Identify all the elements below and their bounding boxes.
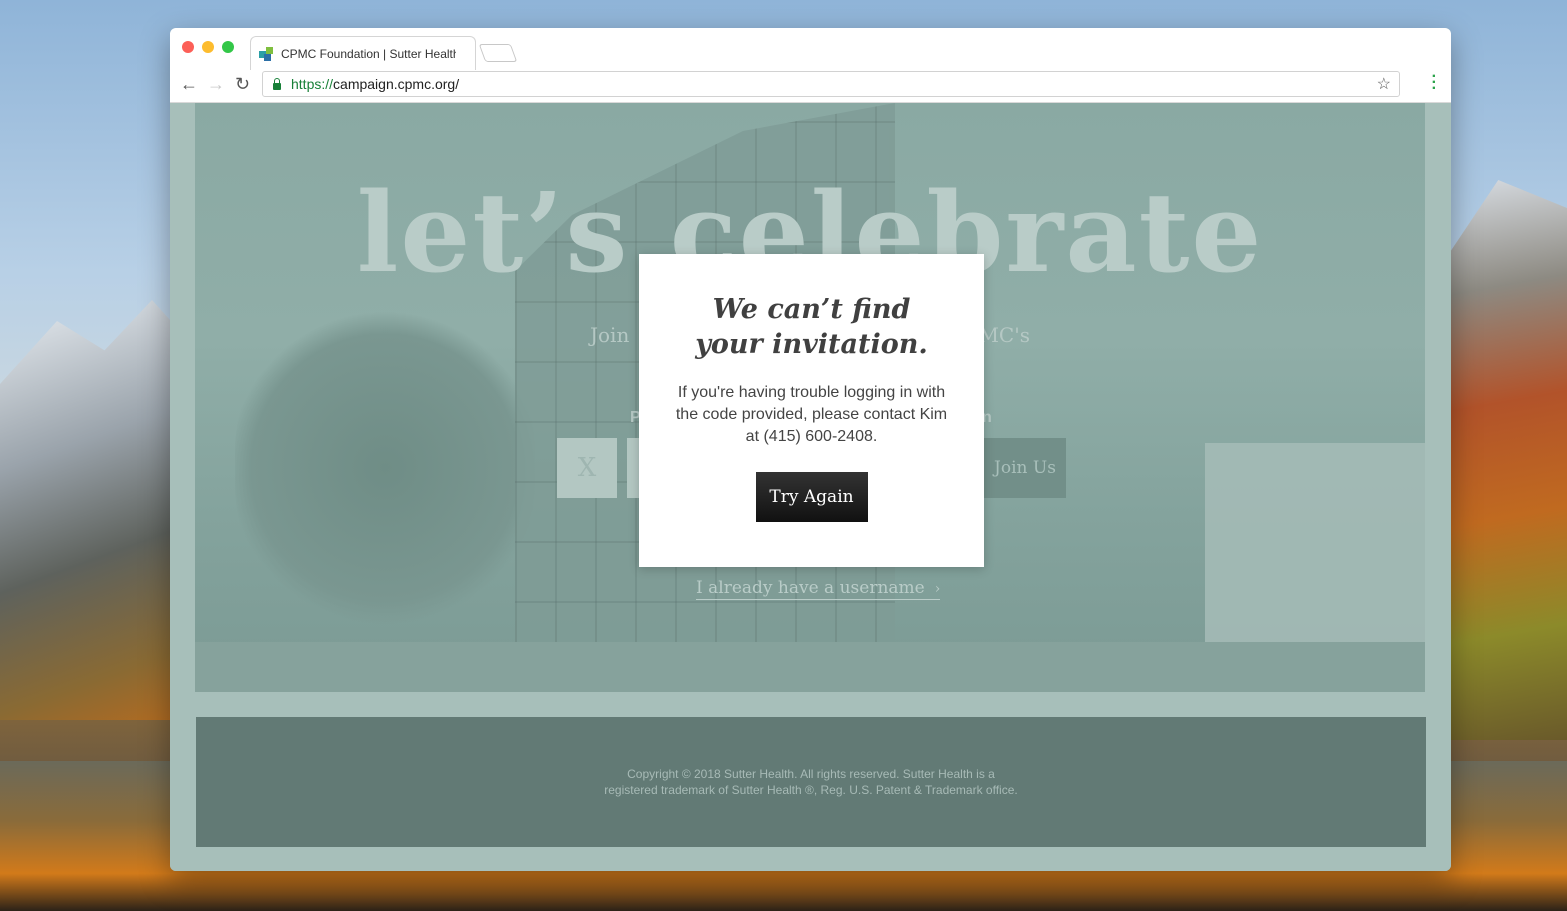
modal-title-line-1: We can’t find (712, 294, 911, 325)
modal-message: If you're having trouble logging in with… (675, 384, 948, 445)
url-scheme: https:// (291, 76, 334, 92)
new-tab-button[interactable] (478, 44, 518, 62)
tab-title: CPMC Foundation | Sutter Health (281, 46, 456, 61)
existing-username-link[interactable]: I already have a username › (696, 578, 941, 600)
try-again-button[interactable]: Try Again (755, 472, 868, 522)
browser-toolbar: ← → ↻ https:// campaign.cpmc.org/ ☆ · · · (170, 69, 1451, 103)
browser-tab[interactable]: CPMC Foundation | Sutter Health (250, 36, 476, 70)
footer-line-2: registered trademark of Sutter Health ®,… (604, 783, 1018, 797)
browser-window: CPMC Foundation | Sutter Health ← → ↻ ht… (170, 28, 1451, 871)
join-us-button[interactable]: Join Us (984, 438, 1066, 498)
modal-title: We can’t find your invitation. (639, 292, 984, 362)
desktop-wallpaper-right (1442, 180, 1567, 740)
footer-line-1: Copyright © 2018 Sutter Health. All righ… (627, 767, 995, 781)
invitation-code-input[interactable]: X (557, 438, 617, 498)
existing-username-label: I already have a username (696, 578, 925, 598)
hero-street-image (195, 642, 1425, 692)
error-modal: We can’t find your invitation. If you're… (639, 254, 984, 567)
title-bar: CPMC Foundation | Sutter Health (170, 28, 1451, 70)
minimize-window-button[interactable] (202, 41, 214, 53)
address-bar[interactable]: https:// campaign.cpmc.org/ ☆ (262, 71, 1400, 97)
forward-arrow-icon[interactable]: → (207, 74, 225, 95)
close-window-button[interactable] (182, 41, 194, 53)
modal-title-line-2: your invitation. (695, 329, 928, 360)
hero-tree-image (235, 303, 535, 633)
footer-copyright: Copyright © 2018 Sutter Health. All righ… (604, 766, 1017, 798)
site-favicon-icon (259, 46, 273, 61)
page-content: let’s celebrate Join MC's P n X Join Us … (170, 103, 1451, 871)
window-controls (182, 41, 234, 53)
browser-menu-icon[interactable]: · · · (1432, 69, 1437, 97)
secure-lock-icon (273, 77, 281, 90)
url-host: campaign.cpmc.org/ (333, 76, 460, 92)
desktop-wallpaper-left (0, 300, 190, 720)
chevron-right-icon: › (934, 581, 941, 597)
bookmark-star-icon[interactable]: ☆ (1377, 74, 1391, 94)
page-footer: Copyright © 2018 Sutter Health. All righ… (196, 717, 1426, 847)
hero-subtitle-right: MC's (978, 323, 1030, 347)
maximize-window-button[interactable] (222, 41, 234, 53)
back-arrow-icon[interactable]: ← (180, 74, 198, 95)
hero-subtitle-left: Join (590, 323, 630, 347)
reload-icon[interactable]: ↻ (235, 74, 250, 95)
